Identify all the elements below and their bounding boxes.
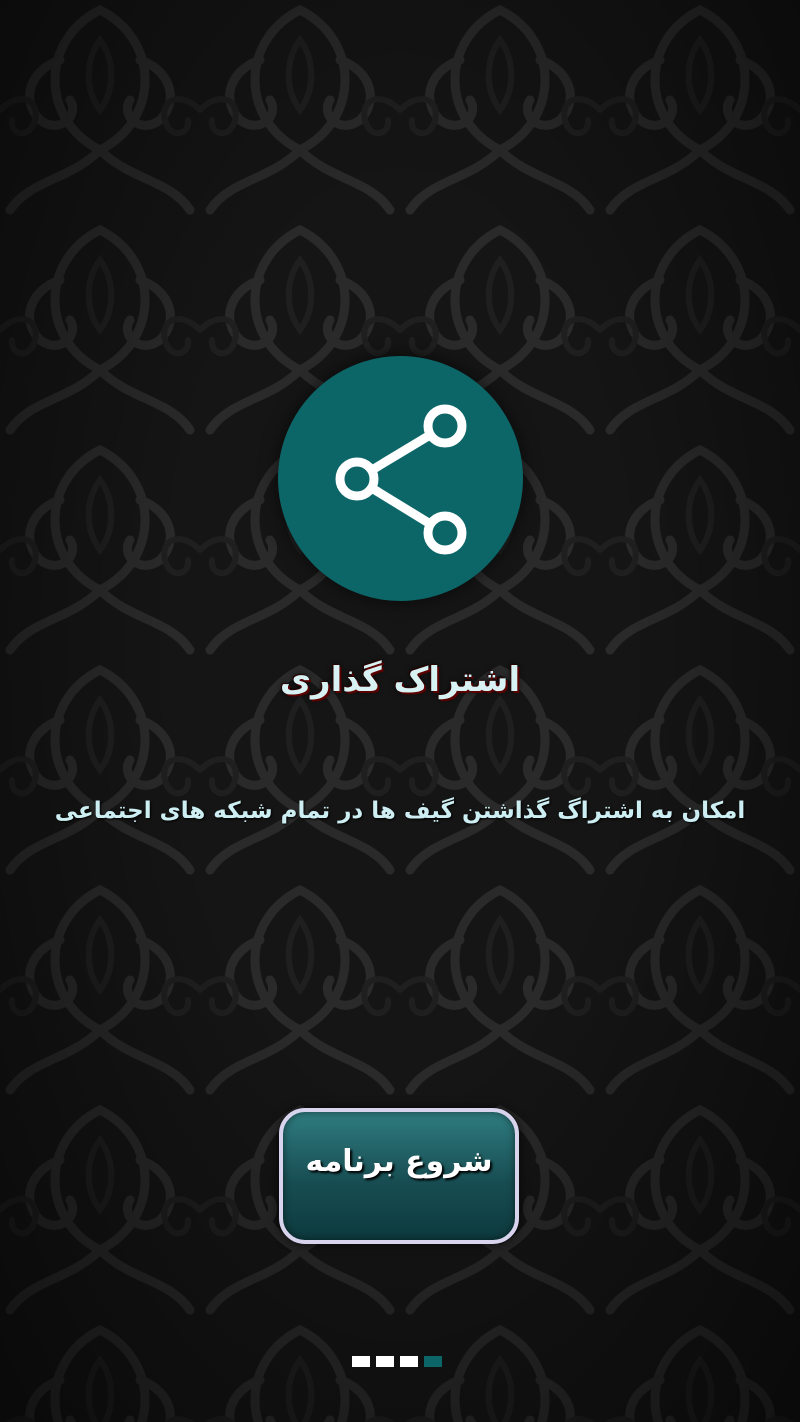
share-icon (335, 404, 467, 555)
start-app-button-label: شروع برنامه (305, 1144, 493, 1179)
slide-title: اشتراک گذاری (279, 660, 521, 700)
slide-description: امکان به اشتراگ گذاشتن گیف ها در تمام شب… (54, 798, 746, 824)
start-app-button[interactable]: شروع برنامه (279, 1108, 519, 1244)
share-badge (278, 356, 523, 601)
page-indicator-dot-2 (376, 1356, 394, 1367)
page-indicator-dot-4 (424, 1356, 442, 1367)
page-indicator-dot-1 (352, 1356, 370, 1367)
page-indicator (352, 1356, 442, 1367)
page-indicator-dot-3 (400, 1356, 418, 1367)
intro-slide: اشتراک گذاری امکان به اشتراگ گذاشتن گیف … (0, 0, 800, 1422)
